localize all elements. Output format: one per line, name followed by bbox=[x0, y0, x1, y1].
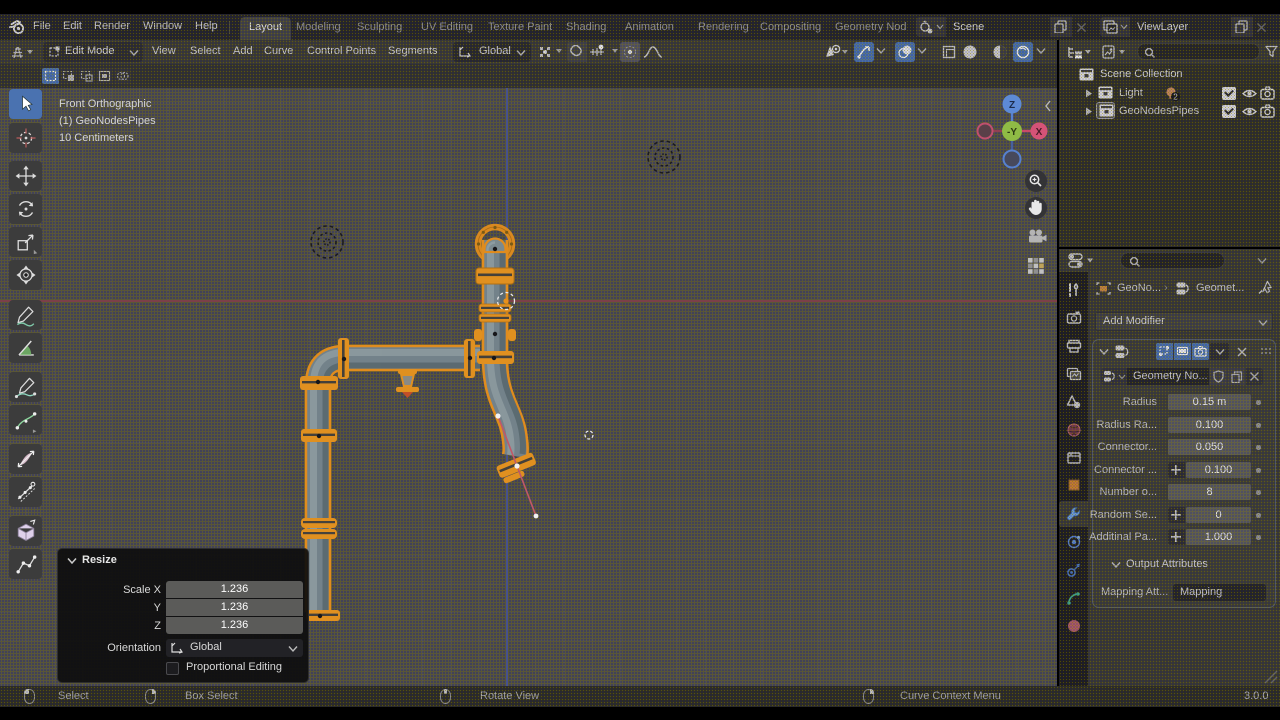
svg-text:-Y: -Y bbox=[1007, 127, 1017, 138]
svg-text:Z: Z bbox=[1009, 100, 1015, 111]
svg-text:X: X bbox=[1036, 127, 1043, 138]
svg-text:2: 2 bbox=[1173, 93, 1178, 102]
